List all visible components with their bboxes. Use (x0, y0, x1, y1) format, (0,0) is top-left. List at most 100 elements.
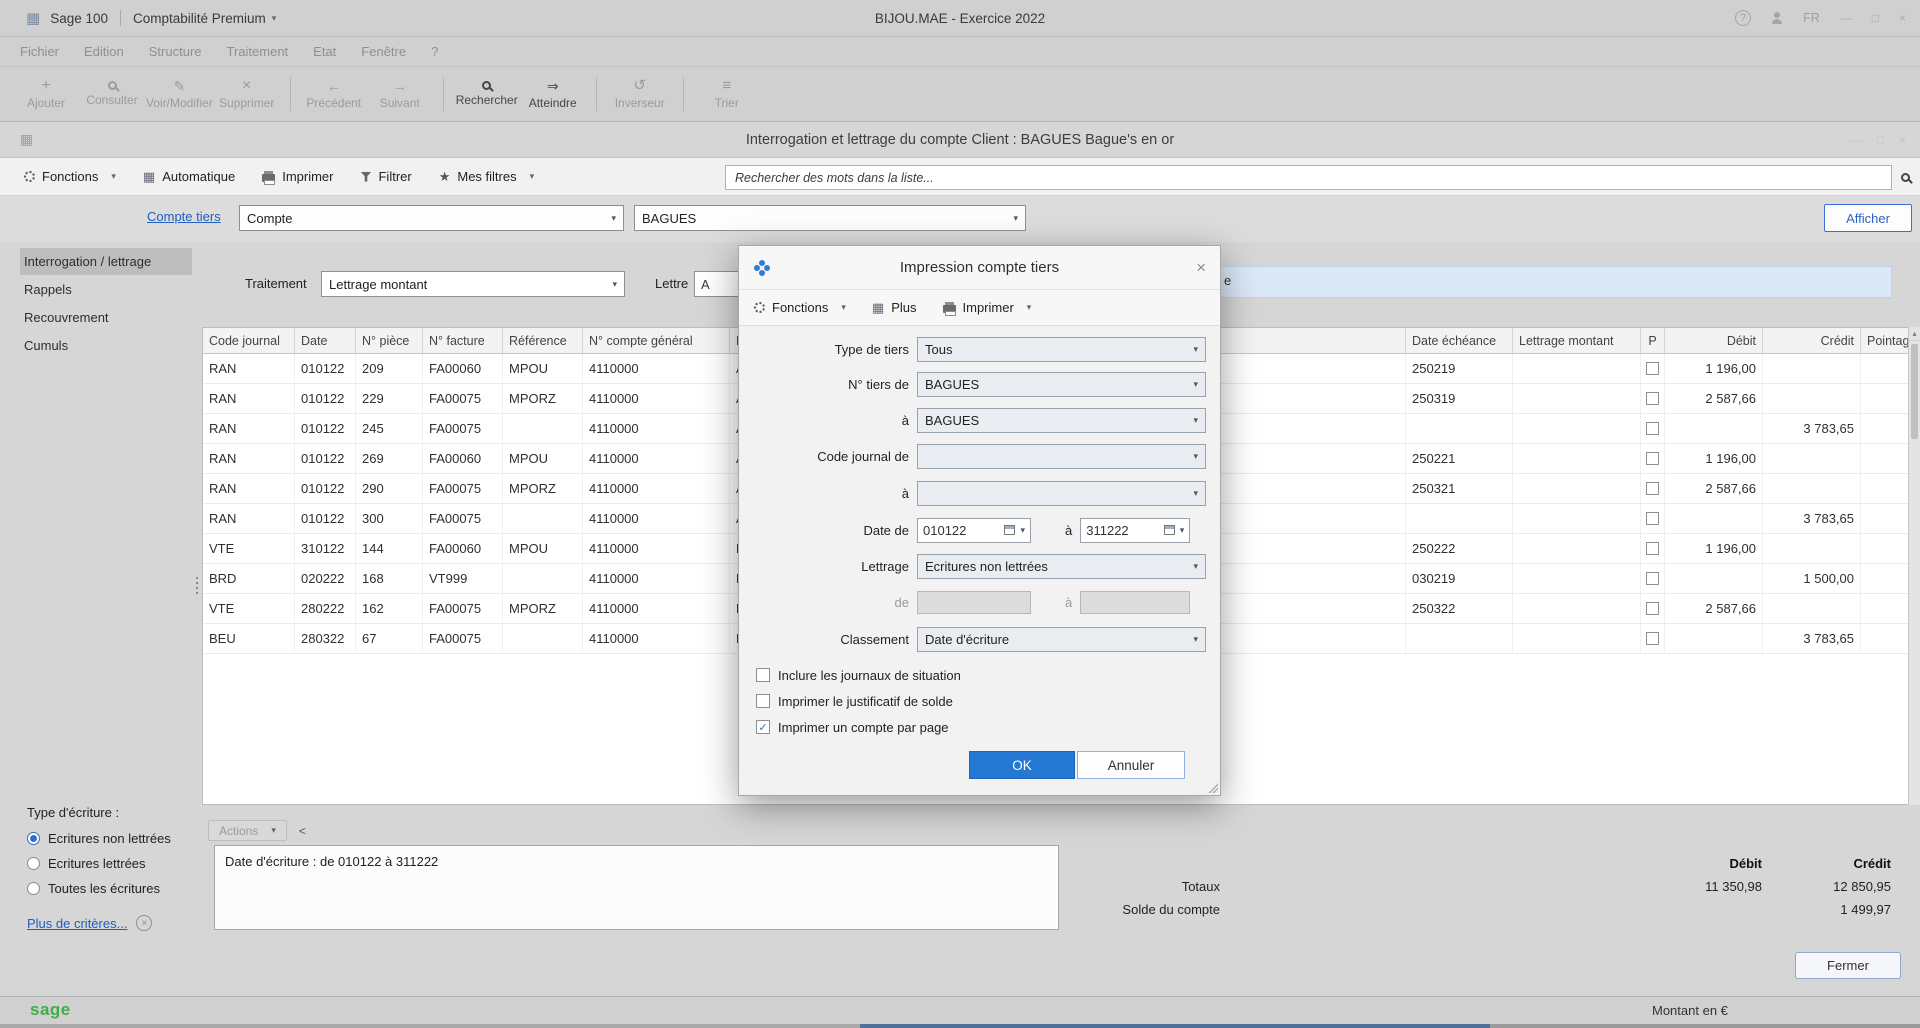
vertical-scrollbar[interactable]: ▴ (1908, 327, 1920, 805)
cell-n-compte-general: 4110000 (583, 534, 730, 563)
checkbox-box[interactable] (756, 694, 770, 708)
radio-option-ecritures-lettrees[interactable]: Ecritures lettrées (27, 851, 207, 876)
minimize-button[interactable]: — (1840, 11, 1852, 25)
language-indicator[interactable]: FR (1803, 11, 1820, 25)
fermer-button[interactable]: Fermer (1795, 952, 1901, 979)
menu-item-structure[interactable]: Structure (149, 44, 202, 59)
checkbox-inclure-les-journaux-de-situation[interactable]: Inclure les journaux de situation (756, 666, 961, 684)
ok-button[interactable]: OK (969, 751, 1075, 779)
column-header-date-echeance[interactable]: Date échéance (1406, 328, 1513, 353)
column-header-n-piece[interactable]: N° pièce (356, 328, 423, 353)
product-menu[interactable]: Comptabilité Premium (133, 11, 266, 26)
column-header-lettrage-montant[interactable]: Lettrage montant (1513, 328, 1641, 353)
radio-option-toutes-les-ecritures[interactable]: Toutes les écritures (27, 876, 207, 901)
cell-credit (1763, 474, 1861, 503)
pointage-checkbox[interactable] (1646, 422, 1659, 435)
pointage-checkbox[interactable] (1646, 572, 1659, 585)
pointage-checkbox[interactable] (1646, 452, 1659, 465)
dialog-close-icon[interactable]: × (1196, 259, 1206, 276)
menu-item-item[interactable]: ? (431, 44, 438, 59)
cell-code-journal: BEU (203, 624, 295, 653)
column-header-p[interactable]: P (1641, 328, 1665, 353)
pointage-checkbox[interactable] (1646, 482, 1659, 495)
search-icon[interactable] (1901, 173, 1910, 182)
pointage-checkbox[interactable] (1646, 632, 1659, 645)
pointage-checkbox[interactable] (1646, 542, 1659, 555)
compte-tiers-link[interactable]: Compte tiers (147, 209, 221, 224)
maximize-button[interactable]: □ (1872, 11, 1879, 25)
pointage-checkbox[interactable] (1646, 392, 1659, 405)
resize-grip[interactable] (1207, 782, 1218, 793)
combo-code-journal-de-3[interactable]: ▾ (917, 444, 1206, 469)
checkbox-box[interactable] (756, 720, 770, 734)
toolbar-button-rechercher[interactable]: Rechercher (455, 70, 519, 118)
column-header-reference[interactable]: Référence (503, 328, 583, 353)
cell-credit (1763, 354, 1861, 383)
cell-date-echeance: 250321 (1406, 474, 1513, 503)
scroll-up-icon[interactable]: ▴ (1909, 327, 1920, 341)
toolbar-button-atteindre[interactable]: Atteindre (521, 70, 585, 118)
cell-pointage (1861, 564, 1908, 593)
date-to-input[interactable]: 311222▾ (1080, 518, 1190, 543)
combo-lettrage-6[interactable]: Ecritures non lettrées▾ (917, 554, 1206, 579)
column-header-n-compte-general[interactable]: N° compte général (583, 328, 730, 353)
sidebar-item-cumuls[interactable]: Cumuls (20, 332, 192, 359)
menu-item-fenetre[interactable]: Fenêtre (361, 44, 406, 59)
combo-a-2[interactable]: BAGUES▾ (917, 408, 1206, 433)
pointage-checkbox[interactable] (1646, 362, 1659, 375)
column-header-n-facture[interactable]: N° facture (423, 328, 503, 353)
fonctions-button[interactable]: Fonctions ▾ (24, 169, 116, 184)
doc-maximize-button[interactable]: □ (1877, 133, 1884, 147)
sidebar-item-interrogation-lettrage[interactable]: Interrogation / lettrage (20, 248, 192, 275)
menu-item-traitement[interactable]: Traitement (227, 44, 289, 59)
account-select[interactable]: BAGUES ▾ (634, 205, 1026, 231)
account-type-select[interactable]: Compte ▾ (239, 205, 624, 231)
radio-option-ecritures-non-lettrees[interactable]: Ecritures non lettrées (27, 826, 207, 851)
checkbox-box[interactable] (756, 668, 770, 682)
date-from-input[interactable]: 010122▾ (917, 518, 1031, 543)
splitter-handle[interactable] (192, 327, 202, 805)
column-header-debit[interactable]: Débit (1665, 328, 1763, 353)
filtrer-button[interactable]: Filtrer (360, 169, 411, 184)
close-button[interactable]: × (1899, 11, 1906, 25)
checkbox-imprimer-un-compte-par-page[interactable]: Imprimer un compte par page (756, 718, 949, 736)
cell-lettrage-montant (1513, 354, 1641, 383)
lettre-input[interactable]: A (694, 271, 744, 297)
column-header-code-journal[interactable]: Code journal (203, 328, 295, 353)
scrollbar-thumb[interactable] (1911, 344, 1918, 439)
refresh-icon (633, 78, 646, 93)
automatique-button[interactable]: ▦ Automatique (143, 169, 235, 185)
collapse-icon[interactable]: < (299, 824, 306, 838)
sidebar-item-rappels[interactable]: Rappels (20, 276, 192, 303)
more-criteria-link[interactable]: Plus de critères... (27, 916, 127, 931)
traitement-select[interactable]: Lettrage montant ▾ (321, 271, 625, 297)
pointage-checkbox[interactable] (1646, 602, 1659, 615)
menu-item-etat[interactable]: Etat (313, 44, 336, 59)
debit-header: Débit (1220, 856, 1762, 871)
help-icon[interactable]: ? (1735, 10, 1751, 26)
afficher-button[interactable]: Afficher (1824, 204, 1912, 232)
combo-a-4[interactable]: ▾ (917, 481, 1206, 506)
clear-criteria-icon[interactable]: × (136, 915, 152, 931)
doc-minimize-button[interactable]: — (1850, 133, 1862, 147)
imprimer-button[interactable]: Imprimer (262, 169, 333, 184)
checkbox-imprimer-le-justificatif-de-solde[interactable]: Imprimer le justificatif de solde (756, 692, 953, 710)
combo-type-de-tiers-0[interactable]: Tous▾ (917, 337, 1206, 362)
menu-item-fichier[interactable]: Fichier (20, 44, 59, 59)
column-header-date[interactable]: Date (295, 328, 356, 353)
mes-filtres-button[interactable]: ★ Mes filtres ▾ (439, 169, 534, 185)
cell-n-compte-general: 4110000 (583, 384, 730, 413)
pointage-checkbox[interactable] (1646, 512, 1659, 525)
sidebar-item-recouvrement[interactable]: Recouvrement (20, 304, 192, 331)
combo-n-tiers-de-1[interactable]: BAGUES▾ (917, 372, 1206, 397)
column-header-pointage[interactable]: Pointage (1861, 328, 1908, 353)
column-header-credit[interactable]: Crédit (1763, 328, 1861, 353)
menu-item-edition[interactable]: Edition (84, 44, 124, 59)
doc-close-button[interactable]: × (1899, 133, 1906, 147)
cell-n-piece: 300 (356, 504, 423, 533)
goto-icon (547, 78, 559, 93)
combo-classement-8[interactable]: Date d'écriture▾ (917, 627, 1206, 652)
user-icon[interactable] (1771, 12, 1783, 24)
cancel-button[interactable]: Annuler (1077, 751, 1185, 779)
list-search-input[interactable] (725, 165, 1892, 190)
